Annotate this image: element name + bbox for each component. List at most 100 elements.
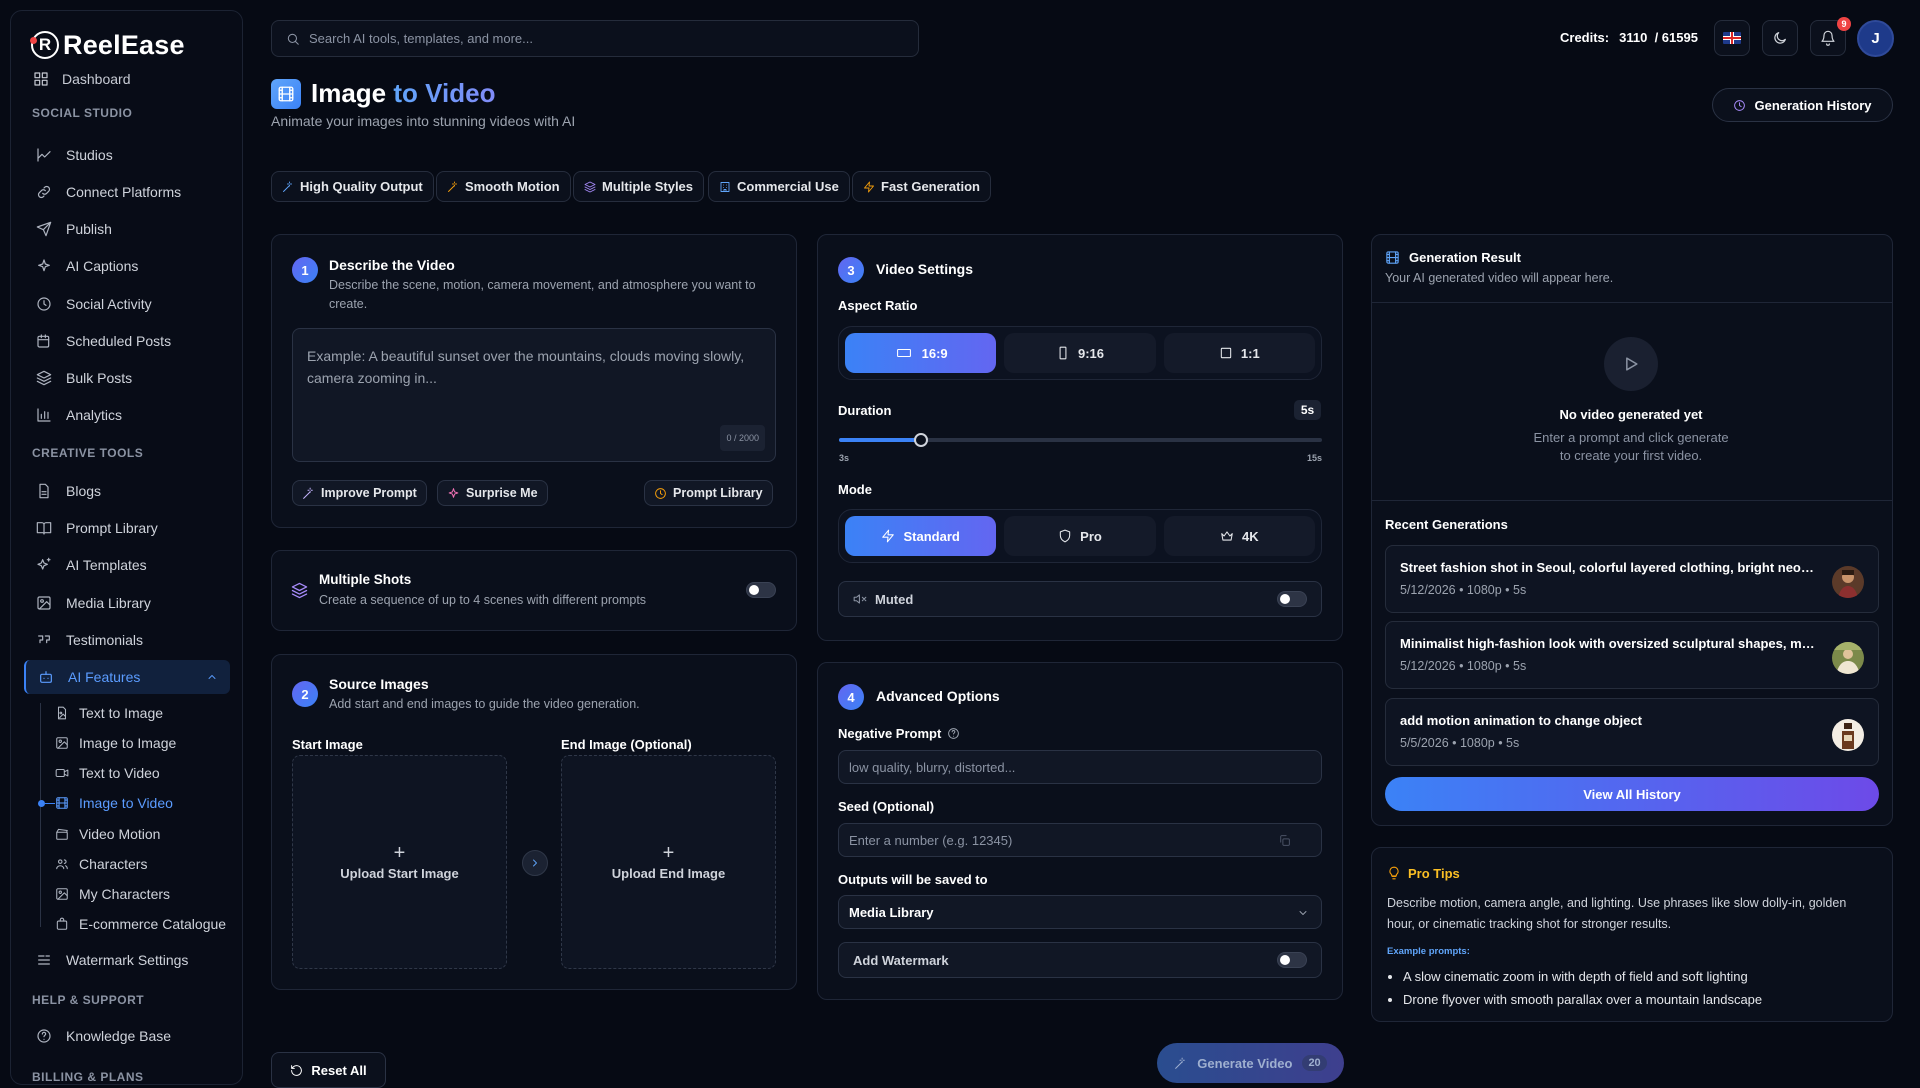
sidebar-item-prompt-library[interactable]: Prompt Library — [24, 511, 230, 545]
recent-generation-item[interactable]: Street fashion shot in Seoul, colorful l… — [1385, 545, 1879, 613]
clapperboard-icon — [56, 828, 68, 840]
aspect-9-16-option[interactable]: 9:16 — [1004, 333, 1156, 373]
multiple-shots-title: Multiple Shots — [319, 572, 412, 587]
duration-slider[interactable] — [839, 433, 1322, 447]
image-icon — [37, 596, 51, 610]
view-all-history-button[interactable]: View All History — [1385, 777, 1879, 811]
mode-standard-option[interactable]: Standard — [845, 516, 997, 556]
page-title-accent: to Video — [393, 78, 496, 108]
step-badge: 1 — [292, 257, 318, 283]
sidebar-item-knowledge-base[interactable]: Knowledge Base — [24, 1019, 230, 1053]
aspect-ratio-selector: 16:9 9:16 1:1 — [838, 326, 1322, 380]
muted-row: Muted — [838, 581, 1322, 617]
sidebar-item-connect-platforms[interactable]: Connect Platforms — [24, 175, 230, 209]
submenu-line — [40, 703, 41, 927]
app-logo[interactable]: R ReelEase — [30, 27, 225, 63]
page-subtitle: Animate your images into stunning videos… — [271, 113, 576, 129]
layers-icon — [291, 582, 308, 599]
wand-icon — [283, 181, 292, 192]
prompt-textarea[interactable]: Example: A beautiful sunset over the mou… — [292, 328, 776, 462]
sidebar-item-media-library[interactable]: Media Library — [24, 586, 230, 620]
outputs-select[interactable]: Media Library — [838, 895, 1322, 929]
describe-title: Describe the Video — [329, 257, 455, 273]
sidebar-subitem-text-to-video[interactable]: Text to Video — [45, 759, 235, 787]
sidebar-item-ai-captions[interactable]: AI Captions — [24, 249, 230, 283]
generation-history-button[interactable]: Generation History — [1712, 88, 1893, 122]
language-button[interactable] — [1714, 20, 1750, 56]
sidebar-item-label: Publish — [66, 221, 112, 237]
improve-prompt-button[interactable]: Improve Prompt — [292, 480, 427, 506]
sidebar-subitem-my-characters[interactable]: My Characters — [45, 880, 235, 908]
sidebar-item-scheduled-posts[interactable]: Scheduled Posts — [24, 324, 230, 358]
sidebar-item-social-activity[interactable]: Social Activity — [24, 287, 230, 321]
multiple-shots-toggle[interactable] — [746, 582, 776, 598]
mode-pro-option[interactable]: Pro — [1004, 516, 1156, 556]
upload-start-image[interactable]: + Upload Start Image — [292, 755, 507, 969]
sidebar-subitem-ecommerce-catalogue[interactable]: E-commerce Catalogue — [45, 910, 235, 938]
plus-icon: + — [393, 841, 406, 864]
help-circle-icon[interactable] — [947, 727, 960, 740]
sidebar-subitem-image-to-video[interactable]: Image to Video — [38, 789, 235, 817]
section-social-studio: SOCIAL STUDIO — [32, 106, 133, 120]
sidebar-subitem-characters[interactable]: Characters — [45, 850, 235, 878]
muted-toggle[interactable] — [1277, 591, 1307, 607]
recent-generations-label: Recent Generations — [1385, 517, 1508, 532]
generation-history-label: Generation History — [1754, 97, 1872, 113]
feature-chip-high-quality: High Quality Output — [271, 171, 434, 202]
copy-icon[interactable] — [1278, 834, 1291, 847]
sidebar-item-label: Watermark Settings — [66, 952, 189, 968]
sidebar-item-ai-templates[interactable]: AI Templates — [24, 548, 230, 582]
watermark-toggle[interactable] — [1277, 952, 1307, 968]
bot-icon — [40, 671, 52, 683]
generate-video-button[interactable]: Generate Video 20 — [1157, 1043, 1344, 1083]
sidebar: Dashboard R ReelEase SOCIAL STUDIO Studi… — [10, 10, 243, 1085]
sidebar-item-publish[interactable]: Publish — [24, 212, 230, 246]
send-icon — [36, 221, 52, 237]
shopping-bag-icon — [56, 917, 68, 930]
sidebar-item-label: AI Features — [68, 669, 141, 685]
zap-icon — [864, 181, 874, 192]
recent-generation-thumbnail — [1832, 719, 1864, 751]
reset-all-button[interactable]: Reset All — [271, 1052, 386, 1088]
sidebar-item-analytics[interactable]: Analytics — [24, 398, 230, 432]
theme-toggle-button[interactable] — [1762, 20, 1798, 56]
upload-end-image[interactable]: + Upload End Image — [561, 755, 776, 969]
recent-generation-title: add motion animation to change object — [1400, 713, 1642, 728]
user-avatar[interactable]: J — [1857, 20, 1894, 57]
seed-input[interactable]: Enter a number (e.g. 12345) — [838, 823, 1322, 857]
mode-option-label: 4K — [1242, 528, 1259, 544]
sidebar-subitem-label: Image to Image — [79, 735, 177, 751]
credits-total: / 61595 — [1654, 30, 1698, 45]
lightbulb-icon — [1389, 866, 1399, 880]
prompt-library-label: Prompt Library — [673, 486, 763, 500]
sidebar-item-testimonials[interactable]: Testimonials — [24, 623, 230, 657]
sidebar-subitem-text-to-image[interactable]: Text to Image — [45, 699, 235, 727]
search-bar[interactable] — [271, 20, 919, 57]
sidebar-item-ai-features[interactable]: AI Features — [24, 660, 230, 694]
search-input[interactable] — [309, 31, 869, 46]
duration-slider-handle[interactable] — [914, 433, 929, 447]
advanced-options-title: Advanced Options — [876, 688, 1000, 704]
negative-prompt-input[interactable]: low quality, blurry, distorted... — [838, 750, 1322, 784]
sidebar-item-watermark-settings[interactable]: Watermark Settings — [24, 943, 230, 977]
chevron-up-icon[interactable] — [206, 671, 218, 683]
sidebar-subitem-video-motion[interactable]: Video Motion — [45, 820, 235, 848]
aspect-16-9-option[interactable]: 16:9 — [845, 333, 997, 373]
surprise-me-button[interactable]: Surprise Me — [437, 480, 548, 506]
aspect-option-label: 1:1 — [1240, 345, 1260, 361]
aspect-option-label: 16:9 — [921, 345, 948, 361]
sidebar-item-bulk-posts[interactable]: Bulk Posts — [24, 361, 230, 395]
recent-generation-item[interactable]: Minimalist high-fashion look with oversi… — [1385, 621, 1879, 689]
recent-generation-item[interactable]: add motion animation to change object 5/… — [1385, 698, 1879, 766]
sidebar-subitem-image-to-image[interactable]: Image to Image — [45, 729, 235, 757]
sidebar-item-dashboard[interactable]: Dashboard — [33, 71, 131, 87]
trending-icon — [37, 148, 51, 162]
prompt-library-button[interactable]: Prompt Library — [644, 480, 773, 506]
aspect-1-1-option[interactable]: 1:1 — [1163, 333, 1315, 373]
sidebar-item-studios[interactable]: Studios — [24, 138, 230, 172]
pro-tips-body: Describe motion, camera angle, and light… — [1387, 896, 1847, 931]
sidebar-subitem-label: Text to Video — [79, 765, 160, 781]
sidebar-item-blogs[interactable]: Blogs — [24, 474, 230, 508]
mode-4k-option[interactable]: 4K — [1163, 516, 1315, 556]
video-icon — [55, 768, 69, 778]
